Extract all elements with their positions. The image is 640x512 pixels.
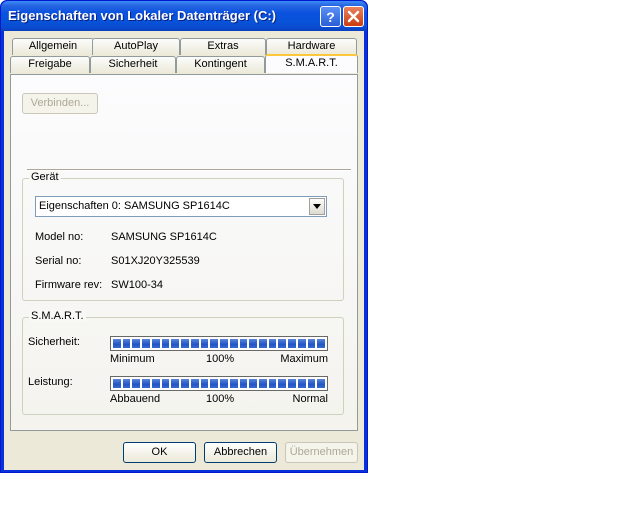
tab-autoplay[interactable]: AutoPlay — [92, 38, 180, 55]
model-value: SAMSUNG SP1614C — [111, 231, 217, 243]
progress-segment — [161, 339, 170, 348]
progress-segment — [181, 379, 189, 388]
progress-segment — [239, 379, 248, 388]
safety-progress-bar — [110, 336, 328, 351]
device-select[interactable]: Eigenschaften 0: SAMSUNG SP1614C — [35, 196, 327, 217]
progress-segment — [229, 339, 238, 348]
progress-segment — [297, 379, 306, 388]
progress-segment — [181, 339, 189, 348]
progress-segment — [307, 379, 316, 388]
progress-segment — [200, 339, 209, 348]
progress-segment — [229, 379, 238, 388]
close-icon[interactable] — [343, 6, 364, 27]
safety-mid-label: 100% — [206, 353, 235, 365]
firmware-value: SW100-34 — [111, 279, 163, 291]
progress-segment — [161, 379, 170, 388]
tab-panel-smart: Verbinden... Gerät Eigenschaften 0: SAMS… — [10, 74, 358, 431]
tab-allgemein[interactable]: Allgemein — [12, 38, 94, 55]
progress-segment — [190, 339, 199, 348]
apply-button[interactable]: Übernehmen — [285, 442, 358, 463]
smart-group: S.M.A.R.T. Sicherheit: Minimum 100% Maxi… — [22, 310, 344, 415]
performance-label: Leistung: — [28, 376, 73, 388]
performance-scale: Abbauend 100% Normal — [110, 393, 328, 407]
progress-segment — [268, 339, 277, 348]
device-select-value: Eigenschaften 0: SAMSUNG SP1614C — [39, 200, 230, 212]
progress-segment — [259, 339, 267, 348]
performance-progress-bar — [110, 376, 328, 391]
progress-segment — [113, 379, 121, 388]
title-bar[interactable]: Eigenschaften von Lokaler Datenträger (C… — [1, 1, 367, 31]
help-icon[interactable]: ? — [320, 6, 341, 27]
progress-segment — [122, 379, 131, 388]
tab-freigabe[interactable]: Freigabe — [10, 56, 90, 73]
progress-segment — [210, 339, 219, 348]
tab-smart[interactable]: S.M.A.R.T. — [265, 54, 358, 73]
window-title: Eigenschaften von Lokaler Datenträger (C… — [8, 8, 276, 23]
progress-segment — [220, 339, 228, 348]
device-group-label: Gerät — [29, 171, 61, 183]
progress-segment — [249, 339, 258, 348]
connect-button[interactable]: Verbinden... — [22, 93, 98, 114]
progress-segment — [239, 339, 248, 348]
ok-button[interactable]: OK — [123, 442, 196, 463]
progress-segment — [259, 379, 267, 388]
properties-dialog: Eigenschaften von Lokaler Datenträger (C… — [0, 0, 368, 473]
tab-extras[interactable]: Extras — [180, 38, 266, 55]
progress-segment — [142, 379, 150, 388]
safety-min-label: Minimum — [110, 353, 155, 365]
progress-segment — [288, 339, 296, 348]
progress-segment — [113, 339, 121, 348]
tab-sicherheit[interactable]: Sicherheit — [90, 56, 176, 73]
safety-label: Sicherheit: — [28, 336, 80, 348]
progress-segment — [220, 379, 228, 388]
progress-segment — [278, 339, 287, 348]
progress-segment — [171, 339, 180, 348]
chevron-down-icon[interactable] — [309, 198, 325, 215]
cancel-button[interactable]: Abbrechen — [204, 442, 277, 463]
progress-segment — [249, 379, 258, 388]
progress-segment — [317, 379, 326, 388]
progress-segment — [190, 379, 199, 388]
tab-hardware[interactable]: Hardware — [266, 38, 357, 55]
progress-segment — [200, 379, 209, 388]
progress-segment — [317, 339, 326, 348]
progress-segment — [151, 379, 160, 388]
progress-segment — [297, 339, 306, 348]
dialog-body: Allgemein AutoPlay Extras Hardware Freig… — [4, 31, 364, 470]
progress-segment — [122, 339, 131, 348]
progress-segment — [151, 339, 160, 348]
progress-segment — [278, 379, 287, 388]
progress-segment — [268, 379, 277, 388]
progress-segment — [288, 379, 296, 388]
progress-segment — [307, 339, 316, 348]
progress-segment — [132, 379, 141, 388]
performance-mid-label: 100% — [206, 393, 235, 405]
tab-kontingent[interactable]: Kontingent — [176, 56, 265, 73]
safety-max-label: Maximum — [280, 353, 328, 365]
separator — [27, 169, 351, 171]
progress-segment — [132, 339, 141, 348]
performance-min-label: Abbauend — [110, 393, 161, 405]
progress-segment — [142, 339, 150, 348]
safety-scale: Minimum 100% Maximum — [110, 353, 328, 367]
serial-value: S01XJ20Y325539 — [111, 255, 200, 267]
device-group: Gerät Eigenschaften 0: SAMSUNG SP1614C M… — [22, 171, 344, 301]
firmware-label: Firmware rev: — [35, 279, 103, 291]
serial-label: Serial no: — [35, 255, 82, 267]
progress-segment — [171, 379, 180, 388]
smart-group-label: S.M.A.R.T. — [29, 310, 86, 322]
model-label: Model no: — [35, 231, 84, 243]
progress-segment — [210, 379, 219, 388]
performance-max-label: Normal — [292, 393, 328, 405]
